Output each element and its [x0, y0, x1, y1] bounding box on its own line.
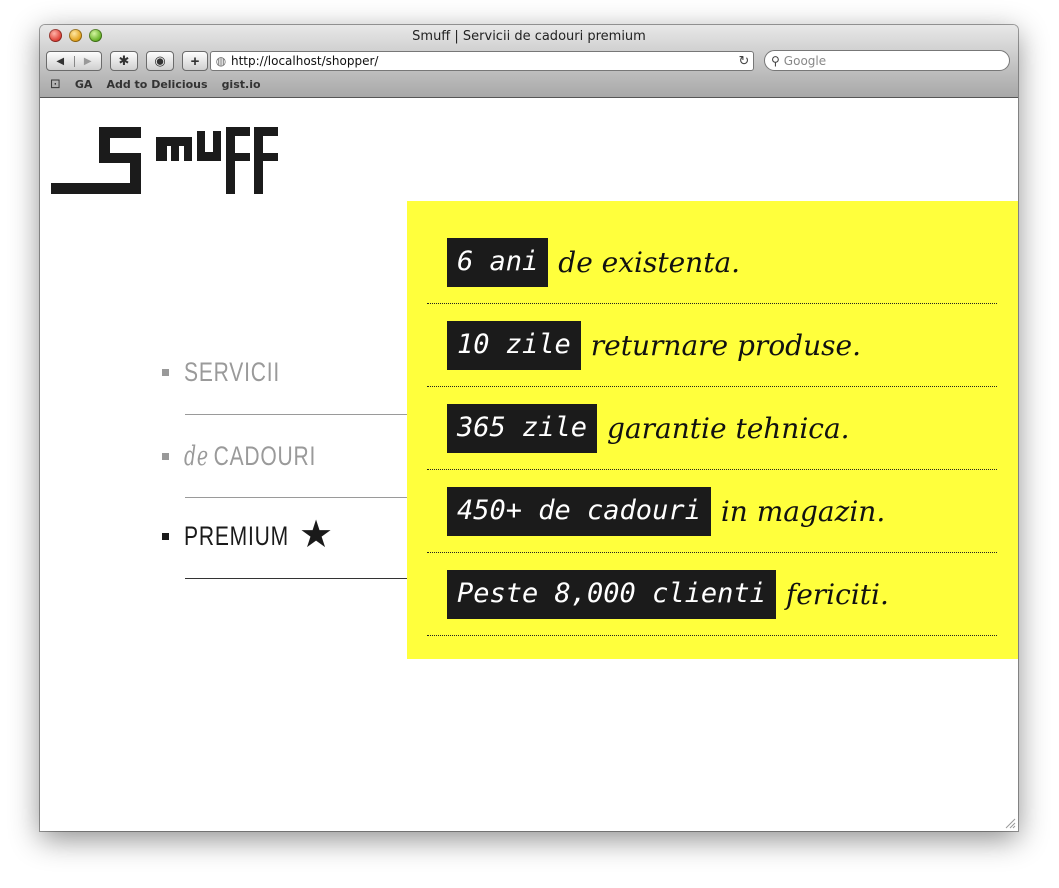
star-icon: ★	[299, 512, 334, 556]
bookmark-add-to-delicious[interactable]: Add to Delicious	[106, 78, 207, 91]
fact-highlight: Peste 8,000 clienti	[447, 569, 776, 619]
menu-item-prefix: de	[184, 440, 209, 472]
smuff-logo[interactable]	[51, 125, 281, 197]
menu-item-cadouri[interactable]: de CADOURI	[160, 441, 407, 472]
globe-icon: ◍	[215, 54, 227, 68]
browser-chrome: Smuff | Servicii de cadouri premium ◀ ▶ …	[40, 25, 1018, 98]
menu-divider	[185, 497, 407, 498]
bookmark-gist-io[interactable]: gist.io	[222, 78, 261, 91]
bug-icon: ✱	[118, 53, 130, 68]
fact-text: returnare produse.	[590, 328, 861, 362]
menu-bullet	[162, 532, 169, 540]
fact-highlight: 450+ de cadouri	[447, 486, 711, 536]
window-title: Smuff | Servicii de cadouri premium	[412, 29, 646, 44]
add-icon: +	[190, 52, 200, 70]
fact-row: Peste 8,000 clienti fericiti.	[427, 553, 997, 636]
menu-item-premium[interactable]: PREMIUM	[160, 521, 407, 551]
search-input[interactable]: ⚲ Google	[764, 50, 1010, 71]
menu-item-label: SERVICII	[184, 356, 280, 387]
fact-row: 6 ani de existenta.	[427, 221, 997, 304]
menu-bullet	[162, 452, 169, 460]
resize-grip-icon[interactable]	[1004, 817, 1016, 829]
bookmarks-bar: ⊡ GA Add to Delicious gist.io	[50, 77, 261, 92]
fact-text: garantie tehnica.	[607, 411, 850, 445]
browser-window: Smuff | Servicii de cadouri premium ◀ ▶ …	[40, 25, 1018, 831]
url-text: http://localhost/shopper/	[231, 54, 379, 68]
debug-button[interactable]: ✱	[110, 51, 138, 71]
menu-item-label: de CADOURI	[184, 440, 317, 472]
fact-row: 365 zile garantie tehnica.	[427, 387, 997, 470]
fact-highlight: 10 zile	[447, 320, 581, 370]
fact-row: 10 zile returnare produse.	[427, 304, 997, 387]
address-bar[interactable]: ◍ http://localhost/shopper/ ↻	[210, 51, 754, 71]
back-forward-buttons: ◀ ▶	[46, 51, 102, 71]
fact-text: in magazin.	[720, 494, 886, 528]
facts-panel: 6 ani de existenta. 10 zile returnare pr…	[407, 201, 1018, 659]
search-placeholder: Google	[783, 53, 827, 68]
fact-highlight: 365 zile	[447, 403, 598, 453]
fact-highlight: 6 ani	[447, 237, 549, 287]
camera-icon: ◉	[154, 53, 166, 68]
menu-divider	[185, 414, 407, 415]
forward-icon[interactable]: ▶	[75, 56, 102, 67]
bookmark-ga[interactable]: GA	[75, 78, 93, 91]
fact-row: 450+ de cadouri in magazin.	[427, 470, 997, 553]
menu-item-label: PREMIUM	[184, 520, 289, 551]
back-icon[interactable]: ◀	[47, 55, 75, 67]
menu-item-servicii[interactable]: SERVICII	[160, 357, 407, 387]
bookmarks-book-icon[interactable]: ⊡	[50, 77, 61, 92]
fact-text: fericiti.	[785, 577, 889, 611]
reload-icon[interactable]: ↻	[735, 54, 753, 69]
menu-bullet	[162, 368, 169, 376]
page-content: SERVICII de CADOURI PREMIUM ★ 6 ani de ex…	[40, 98, 1018, 831]
fact-text: de existenta.	[558, 245, 741, 279]
search-icon: ⚲	[771, 53, 780, 68]
menu-divider	[185, 578, 407, 579]
camera-button[interactable]: ◉	[146, 51, 174, 71]
add-bookmark-button[interactable]: +	[182, 51, 208, 71]
